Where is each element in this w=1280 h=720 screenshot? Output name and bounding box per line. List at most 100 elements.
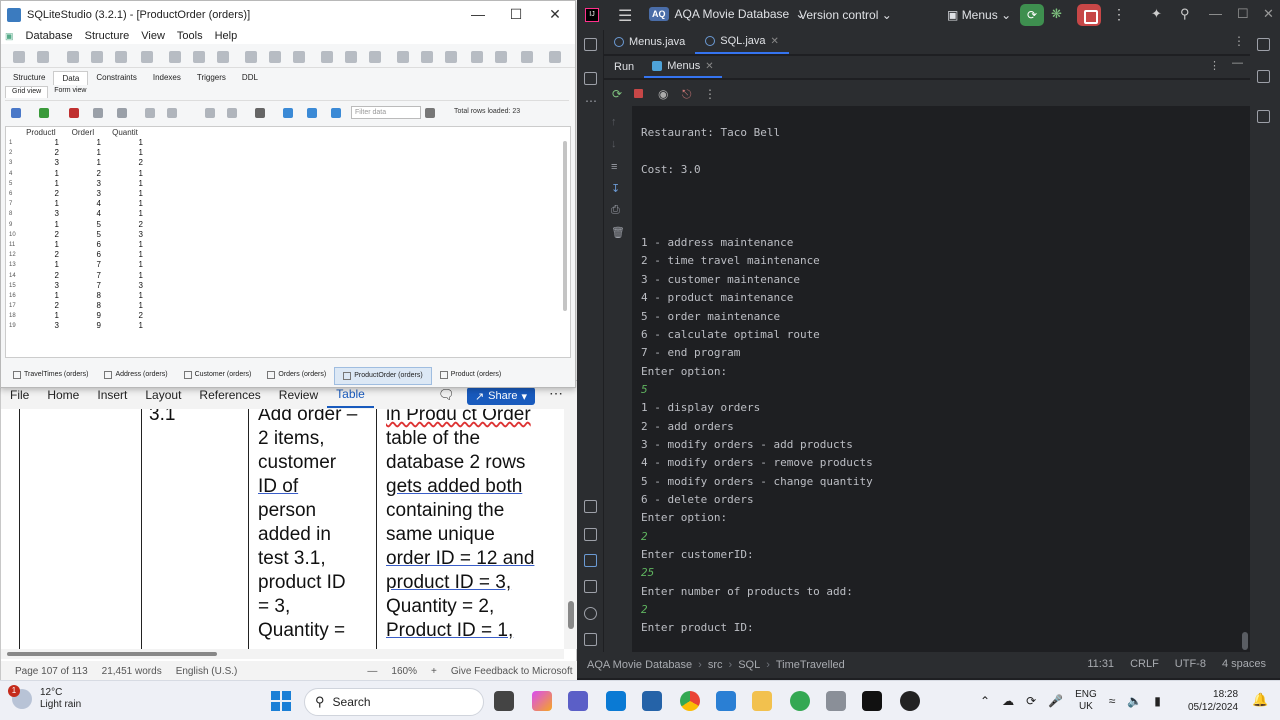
grid-cell[interactable]: 1 xyxy=(104,209,146,219)
grid-cell[interactable]: 9 xyxy=(62,311,104,321)
document-tab[interactable]: ProductOrder (orders) xyxy=(334,367,432,385)
ai-assistant-icon[interactable]: ✦ xyxy=(1151,6,1162,22)
grid-cell[interactable]: 1 xyxy=(20,240,62,250)
run-options-icon[interactable]: ⋮ xyxy=(1209,59,1220,72)
console-scrollbar[interactable] xyxy=(1242,632,1248,650)
run-configuration-selector[interactable]: ▣ Menus ⌄ xyxy=(947,8,1011,22)
hide-panel-icon[interactable]: — xyxy=(1232,57,1243,69)
grid-cell[interactable]: 1 xyxy=(104,240,146,250)
column-header[interactable]: OrderI xyxy=(62,127,104,138)
subtab-grid-view[interactable]: Grid view xyxy=(5,86,49,98)
grid-cell[interactable]: 2 xyxy=(62,169,104,179)
tab-triggers[interactable]: Triggers xyxy=(189,71,234,85)
grid-cell[interactable]: 7 xyxy=(62,270,104,280)
grid-cell[interactable]: 1 xyxy=(20,138,62,148)
grid-cell[interactable]: 9 xyxy=(62,321,104,331)
grid-cell[interactable]: 2 xyxy=(20,301,62,311)
toolbar-icon[interactable] xyxy=(13,51,25,63)
table-row[interactable]: 8341 xyxy=(6,209,146,219)
run-tool-icon[interactable] xyxy=(584,554,597,567)
toolbar-icon[interactable] xyxy=(169,51,181,63)
table-row[interactable]: 6231 xyxy=(6,189,146,199)
run-tab-menus[interactable]: Menus ✕ xyxy=(644,56,722,78)
grid-cell[interactable]: 1 xyxy=(62,158,104,168)
table-row[interactable]: 17 2 8 1 xyxy=(6,301,146,311)
toolbar-icon[interactable] xyxy=(269,51,281,63)
toolbar-icon[interactable] xyxy=(245,51,257,63)
filter-input[interactable]: Filter data xyxy=(351,106,421,119)
table-row[interactable]: 1111 xyxy=(6,138,146,148)
toolbar-icon[interactable] xyxy=(91,51,103,63)
zoom-in-icon[interactable]: + xyxy=(431,666,437,677)
menu-item-structure[interactable]: Structure xyxy=(85,30,130,42)
grid-cell[interactable]: 4 xyxy=(62,209,104,219)
toolbar-icon[interactable] xyxy=(37,51,49,63)
grid-cell[interactable]: 1 xyxy=(104,301,146,311)
close-tab-icon[interactable]: ✕ xyxy=(771,36,779,47)
status-item[interactable]: 11:31 xyxy=(1087,658,1114,670)
toolbar-icon[interactable] xyxy=(67,51,79,63)
task-view-icon[interactable] xyxy=(494,691,514,711)
menu-item-tools[interactable]: Tools xyxy=(177,30,203,42)
table-row[interactable]: 18 1 9 2 xyxy=(6,311,146,321)
intellij-icon[interactable] xyxy=(862,691,882,711)
table-row[interactable]: 3312 xyxy=(6,158,146,168)
table-row[interactable]: 4121 xyxy=(6,169,146,179)
toolbar-icon[interactable] xyxy=(321,51,333,63)
grid-cell[interactable]: 7 xyxy=(62,281,104,291)
grid-cell[interactable]: 1 xyxy=(20,260,62,270)
store-icon[interactable] xyxy=(642,691,662,711)
database-tool-icon[interactable] xyxy=(1257,70,1270,83)
table-row[interactable]: 2211 xyxy=(6,148,146,158)
sqlitestudio-icon[interactable] xyxy=(826,691,846,711)
tab-indexes[interactable]: Indexes xyxy=(145,71,189,85)
table-row[interactable]: 11 1 6 1 xyxy=(6,240,146,250)
table-row[interactable]: 13 1 7 1 xyxy=(6,260,146,270)
more-actions-icon[interactable]: ⋮ xyxy=(1112,6,1126,23)
rerun-icon[interactable]: ⟳ xyxy=(1020,4,1044,26)
grid-cell[interactable]: 3 xyxy=(62,189,104,199)
chrome-icon[interactable] xyxy=(680,691,700,711)
vertical-scrollbar[interactable] xyxy=(564,409,578,649)
status-item[interactable]: UTF-8 xyxy=(1175,658,1206,670)
grid-cell[interactable]: 1 xyxy=(20,169,62,179)
grid-cell[interactable]: 2 xyxy=(20,250,62,260)
grid-cell[interactable]: 1 xyxy=(104,148,146,158)
grid-cell[interactable]: 2 xyxy=(104,220,146,230)
more-tools-icon[interactable]: ⋯ xyxy=(585,94,597,108)
feedback-link[interactable]: Give Feedback to Microsoft xyxy=(451,666,573,677)
document-tab[interactable]: TravelTimes (orders) xyxy=(5,367,96,385)
grid-cell[interactable]: 3 xyxy=(104,281,146,291)
table-row[interactable]: 15 3 7 3 xyxy=(6,281,146,291)
search-icon[interactable]: ⚲ xyxy=(1180,6,1190,22)
horizontal-scrollbar[interactable] xyxy=(1,649,564,659)
grid-cell[interactable]: 7 xyxy=(62,260,104,270)
up-arrow-icon[interactable]: ↑ xyxy=(611,116,617,128)
editor-tabs-more-icon[interactable]: ⋮ xyxy=(1233,34,1245,48)
project-selector[interactable]: AQ AQA Movie Database ⌄ xyxy=(649,7,805,21)
grid-cell[interactable]: 8 xyxy=(62,291,104,301)
next-page-icon[interactable] xyxy=(205,108,215,118)
grid-cell[interactable]: 2 xyxy=(20,148,62,158)
grid-cell[interactable]: 2 xyxy=(20,230,62,240)
zoom-out-icon[interactable]: — xyxy=(367,666,377,677)
ai-tool-icon[interactable] xyxy=(1257,110,1270,123)
menu-item-view[interactable]: View xyxy=(141,30,165,42)
document-tab[interactable]: Orders (orders) xyxy=(259,367,334,385)
commit-icon[interactable] xyxy=(93,108,103,118)
chevron-up-icon[interactable]: ⌃ xyxy=(980,694,990,708)
status-item[interactable]: CRLF xyxy=(1130,658,1159,670)
stop-icon[interactable] xyxy=(634,89,643,98)
stop-icon[interactable] xyxy=(1077,4,1101,26)
grid-cell[interactable]: 2 xyxy=(104,158,146,168)
build-icon[interactable] xyxy=(584,500,597,513)
maximize-icon[interactable]: ☐ xyxy=(506,6,526,23)
insert-row-icon[interactable] xyxy=(39,108,49,118)
minimize-icon[interactable]: — xyxy=(468,6,488,22)
delete-row-icon[interactable] xyxy=(69,108,79,118)
column-header[interactable]: Quantit xyxy=(104,127,146,138)
print-icon[interactable] xyxy=(255,108,265,118)
structure-icon[interactable] xyxy=(584,72,597,85)
trash-icon[interactable]: 🗑 xyxy=(611,226,625,239)
table-row[interactable]: 19 3 9 1 xyxy=(6,321,146,331)
